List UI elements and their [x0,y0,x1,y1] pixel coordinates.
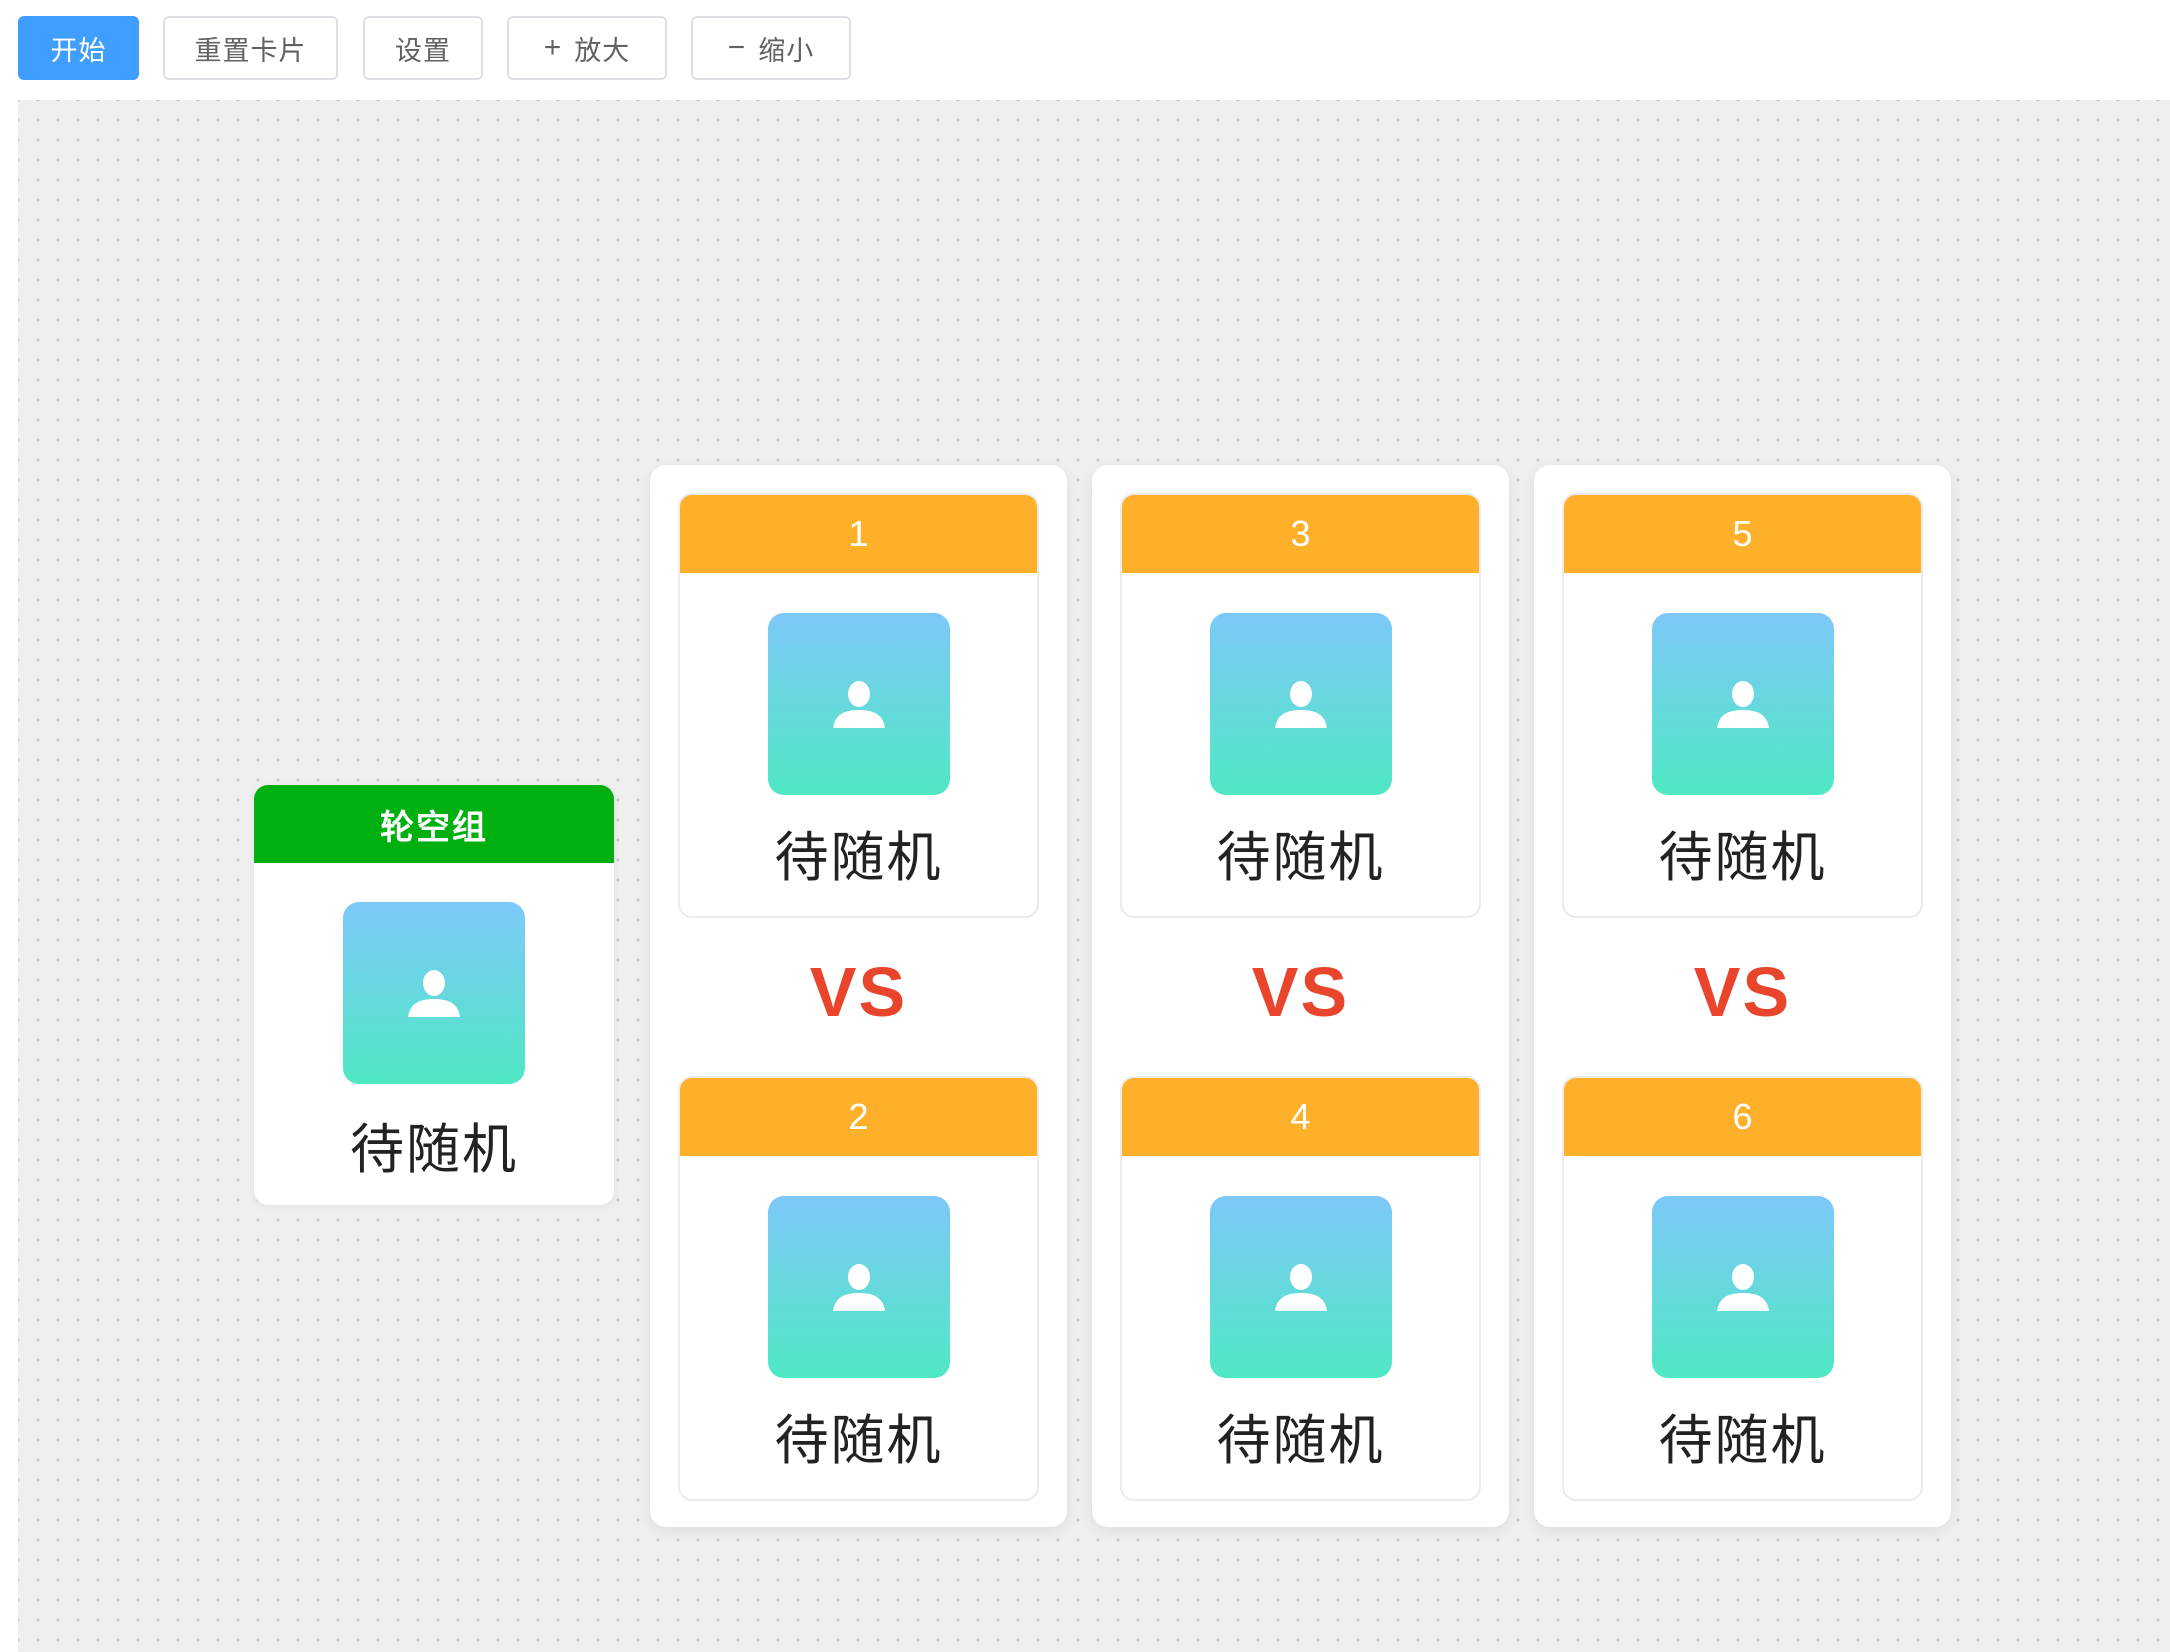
avatar [768,1196,950,1378]
zoom-in-button[interactable]: + 放大 [507,16,667,80]
start-button-label: 开始 [50,35,107,66]
player-name: 待随机 [350,1120,518,1180]
seat-number: 2 [680,1078,1037,1156]
plus-icon: + [543,31,563,64]
reset-cards-button[interactable]: 重置卡片 [163,16,338,80]
user-icon [1275,1264,1327,1311]
minus-icon: − [727,31,747,64]
user-icon [1275,681,1327,728]
zoom-out-button[interactable]: − 缩小 [691,16,851,80]
avatar [1652,613,1834,795]
seat-number: 1 [680,495,1037,573]
player-card-seat-6[interactable]: 6 待随机 [1562,1076,1923,1501]
user-icon [833,1264,885,1311]
avatar [1210,1196,1392,1378]
player-card-seat-1[interactable]: 1 待随机 [678,493,1039,918]
match-column-1: 1 待随机 VS 2 待随机 [650,465,1067,1527]
player-card-seat-5[interactable]: 5 待随机 [1562,493,1923,918]
bracket-canvas[interactable]: 轮空组 待随机 1 待随机 VS 2 待随机 3 待随机 VS 4 待随机 5 … [18,100,2170,1652]
seat-number: 5 [1564,495,1921,573]
player-card-seat-2[interactable]: 2 待随机 [678,1076,1039,1501]
seat-number: 3 [1122,495,1479,573]
user-icon [1717,681,1769,728]
vs-label: VS [1693,953,1792,1031]
avatar [1210,613,1392,795]
player-name: 待随机 [1658,1411,1827,1471]
zoom-in-label: 放大 [574,35,631,66]
seat-number: 6 [1564,1078,1921,1156]
start-button[interactable]: 开始 [18,16,139,80]
player-name: 待随机 [774,828,943,888]
zoom-out-label: 缩小 [758,35,815,66]
toolbar: 开始 重置卡片 设置 + 放大 − 缩小 [0,0,2170,100]
avatar [768,613,950,795]
player-name: 待随机 [1216,828,1385,888]
settings-label: 设置 [395,35,451,66]
match-column-3: 5 待随机 VS 6 待随机 [1534,465,1951,1527]
match-column-2: 3 待随机 VS 4 待随机 [1092,465,1509,1527]
seat-number: 4 [1122,1078,1479,1156]
bye-group-card[interactable]: 轮空组 待随机 [254,785,614,1205]
player-name: 待随机 [774,1411,943,1471]
reset-cards-label: 重置卡片 [194,35,307,66]
player-card-seat-4[interactable]: 4 待随机 [1120,1076,1481,1501]
player-name: 待随机 [1216,1411,1385,1471]
user-icon [408,970,460,1017]
vs-label: VS [809,953,908,1031]
user-icon [833,681,885,728]
player-name: 待随机 [1658,828,1827,888]
player-card-seat-3[interactable]: 3 待随机 [1120,493,1481,918]
vs-label: VS [1251,953,1350,1031]
bye-group-title: 轮空组 [254,785,614,863]
settings-button[interactable]: 设置 [363,16,483,80]
user-icon [1717,1264,1769,1311]
avatar [343,902,525,1084]
avatar [1652,1196,1834,1378]
